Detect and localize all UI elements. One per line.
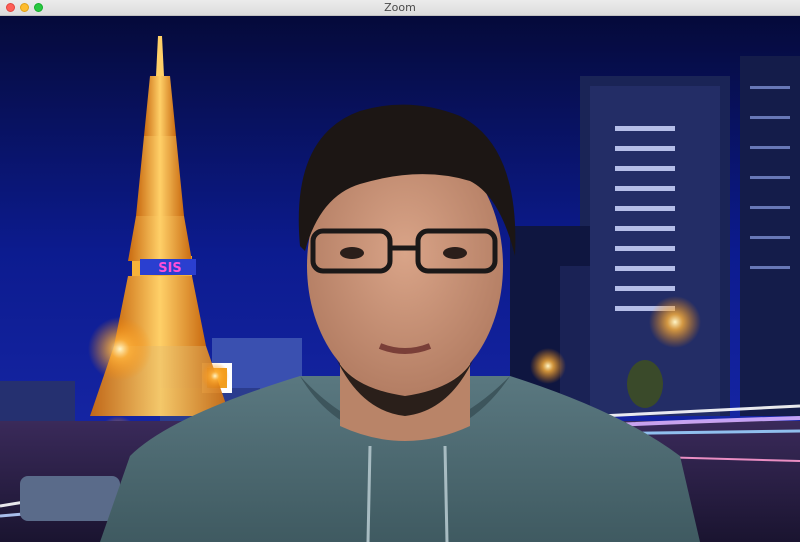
window-title: Zoom xyxy=(384,1,416,14)
tree xyxy=(627,360,663,408)
street-light xyxy=(530,348,566,384)
street-light xyxy=(649,296,701,348)
car xyxy=(20,476,120,521)
title-bar[interactable]: Zoom xyxy=(0,0,800,16)
zoom-window: Zoom SIS xyxy=(0,0,800,542)
tower-sign: SIS xyxy=(158,261,182,276)
street-light xyxy=(201,362,229,390)
video-canvas: SIS xyxy=(0,16,800,542)
video-feed[interactable]: SIS xyxy=(0,16,800,542)
